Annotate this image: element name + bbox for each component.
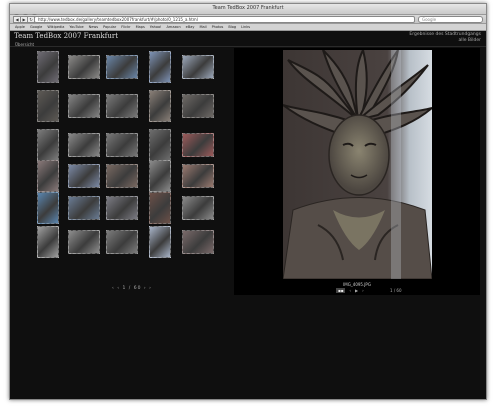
thumbnail[interactable] (106, 55, 138, 79)
thumbnail[interactable] (149, 192, 171, 224)
address-bar[interactable]: http://www.tedbox.de/gallery/teamtedbox2… (34, 16, 415, 23)
viewer-controls: ▪▪ ‹ ▶ › (336, 288, 368, 293)
bookmark-item[interactable]: Blog (228, 24, 236, 30)
bookmark-item[interactable]: Mail (199, 24, 206, 30)
thumbnail[interactable] (149, 51, 171, 83)
bookmark-item[interactable]: Amazon (167, 24, 181, 30)
bookmark-item[interactable]: YouTube (69, 24, 83, 30)
thumbnail[interactable] (182, 196, 214, 220)
bookmark-item[interactable]: Photos (212, 24, 224, 30)
thumbnail[interactable] (68, 164, 100, 188)
title-bar: Team TedBox 2007 Frankfurt (10, 4, 486, 21)
bookmark-item[interactable]: Popular (103, 24, 116, 30)
thumbnail[interactable] (106, 133, 138, 157)
bookmark-item[interactable]: Apple (15, 24, 25, 30)
thumbnail[interactable] (182, 55, 214, 79)
next-icon[interactable]: › (362, 288, 364, 293)
play-icon[interactable]: ▶ (355, 288, 358, 293)
thumbnail[interactable] (37, 160, 59, 192)
statue-photo-image (283, 50, 432, 279)
thumbnail[interactable] (37, 226, 59, 258)
thumbnail[interactable] (106, 94, 138, 118)
photo-caption: IMG_4095.JPG (343, 282, 371, 287)
thumbnail[interactable] (68, 196, 100, 220)
thumbnail[interactable] (68, 230, 100, 254)
thumbnail[interactable] (37, 51, 59, 83)
bookmark-item[interactable]: Yahoo! (150, 24, 162, 30)
thumbnail[interactable] (149, 160, 171, 192)
bookmark-item[interactable]: eBay (186, 24, 195, 30)
thumbnail[interactable] (182, 164, 214, 188)
header-links: Ergebnisse des Stadtrundgangs alle Bilde… (409, 32, 481, 44)
thumbnail[interactable] (37, 129, 59, 161)
thumbnail[interactable] (106, 164, 138, 188)
photo-viewer: IMG_4095.JPG (234, 48, 480, 295)
thumbnail[interactable] (37, 90, 59, 122)
thumbnail[interactable] (182, 230, 214, 254)
search-field[interactable]: Google (418, 16, 483, 23)
previous-icon[interactable]: ‹ (349, 288, 351, 293)
all-images-link[interactable]: alle Bilder (409, 38, 481, 44)
thumbnail-pager[interactable]: ‹ ‹ 1 / 60 › › (112, 286, 152, 291)
header-divider (10, 46, 486, 47)
thumbnail[interactable] (182, 94, 214, 118)
thumbnail[interactable] (149, 90, 171, 122)
thumbnails-toggle-icon[interactable]: ▪▪ (336, 288, 346, 293)
thumbnail[interactable] (68, 55, 100, 79)
bookmarks-bar: Apple Google Wikipedia YouTube News Popular Fl… (10, 24, 486, 31)
thumbnail[interactable] (182, 133, 214, 157)
gallery-page: Team TedBox 2007 Frankfurt Ergebnisse de… (10, 31, 486, 399)
thumbnail[interactable] (68, 133, 100, 157)
browser-window: Team TedBox 2007 Frankfurt ◀ ▶ ↻ http://… (9, 3, 487, 400)
thumbnail[interactable] (149, 226, 171, 258)
page-title: Team TedBox 2007 Frankfurt (14, 32, 119, 40)
thumbnail[interactable] (68, 94, 100, 118)
bookmark-item[interactable]: Google (30, 24, 42, 30)
thumbnail[interactable] (106, 196, 138, 220)
browser-toolbar: ◀ ▶ ↻ http://www.tedbox.de/gallery/teamt… (10, 15, 486, 24)
bookmark-item[interactable]: News (89, 24, 98, 30)
photo-counter: 1 / 60 (390, 288, 402, 293)
thumbnail[interactable] (37, 192, 59, 224)
bookmark-item[interactable]: Flickr (121, 24, 130, 30)
main-photo[interactable] (283, 50, 432, 279)
bookmark-item[interactable]: Wikipedia (47, 24, 64, 30)
thumbnail[interactable] (149, 129, 171, 161)
bookmark-item[interactable]: Maps (136, 24, 145, 30)
window-title: Team TedBox 2007 Frankfurt (212, 5, 284, 11)
bookmark-item[interactable]: Links (241, 24, 250, 30)
thumbnail[interactable] (106, 230, 138, 254)
